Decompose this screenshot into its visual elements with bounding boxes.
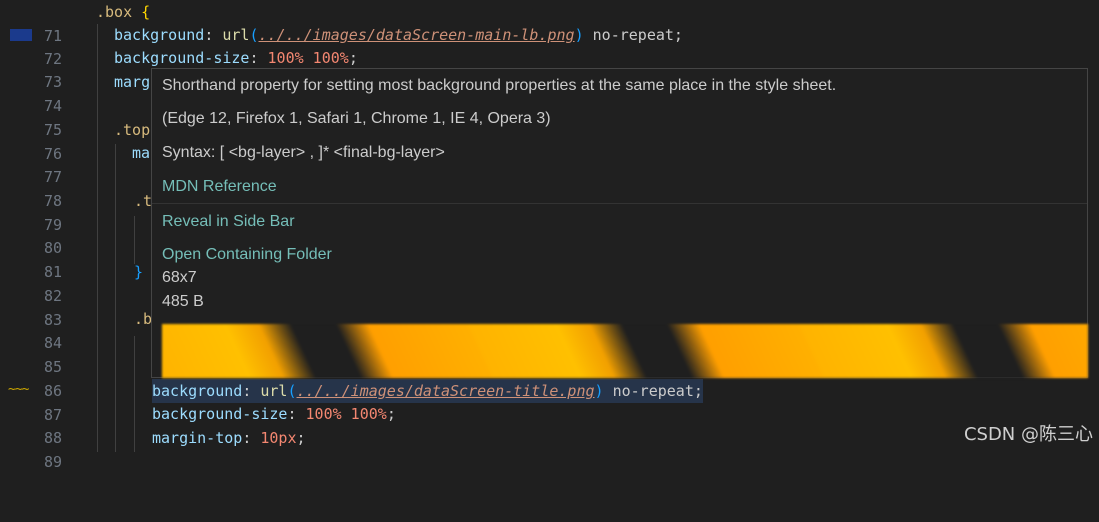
css-selector: .box xyxy=(96,3,133,21)
open-containing-folder-link[interactable]: Open Containing Folder xyxy=(162,246,332,264)
code-line[interactable]: 73 background-size: 100% 100%; xyxy=(0,46,1099,91)
css-property: background xyxy=(114,26,205,44)
code-line[interactable]: 88 background-size: 100% 100%; xyxy=(0,402,1099,447)
css-selector: .b xyxy=(134,310,153,328)
brace: { xyxy=(141,3,151,21)
css-property: background-size xyxy=(114,49,250,67)
css-property: ma xyxy=(132,144,151,162)
tooltip-syntax: Syntax: [ <bg-layer> , ]* <final-bg-laye… xyxy=(162,144,445,161)
css-function: url xyxy=(222,26,250,44)
tooltip-description: Shorthand property for setting most back… xyxy=(162,77,837,94)
hover-tooltip: Shorthand property for setting most back… xyxy=(151,68,1088,378)
code-line[interactable]: 87 background: url(../../images/dataScre… xyxy=(0,379,1099,424)
tooltip-divider xyxy=(152,203,1087,204)
css-property: background-size xyxy=(152,405,288,423)
css-property: background xyxy=(152,382,243,400)
css-value: 10px xyxy=(260,429,297,447)
css-selector: .t xyxy=(134,192,153,210)
code-line[interactable]: 89 margin-top: 10px; xyxy=(0,426,1099,471)
watermark: CSDN @陈三心 xyxy=(963,424,1093,445)
image-dimensions: 68x7 xyxy=(162,269,197,286)
reveal-in-side-bar-link[interactable]: Reveal in Side Bar xyxy=(162,213,295,231)
tooltip-browser-compat: (Edge 12, Firefox 1, Safari 1, Chrome 1,… xyxy=(162,110,551,127)
brace: } xyxy=(134,263,144,281)
code-line[interactable]: 72 background: url(../../images/dataScre… xyxy=(0,23,1099,68)
url-link[interactable]: ../../images/dataScreen-main-lb.png xyxy=(259,26,575,44)
image-file-size: 485 B xyxy=(162,293,204,310)
line-number: 89 xyxy=(43,453,62,471)
url-link[interactable]: ../../images/dataScreen-title.png xyxy=(297,382,595,400)
mdn-reference-link[interactable]: MDN Reference xyxy=(162,178,277,196)
css-property: marg xyxy=(114,73,151,91)
css-function: url xyxy=(260,382,288,400)
css-value: 100% 100% xyxy=(267,49,349,67)
css-selector: .top xyxy=(114,121,151,139)
code-line[interactable]: 71 .box { xyxy=(0,0,1099,45)
css-value: 100% 100% xyxy=(305,405,387,423)
css-property: margin-top xyxy=(152,429,243,447)
image-preview xyxy=(162,324,1088,378)
